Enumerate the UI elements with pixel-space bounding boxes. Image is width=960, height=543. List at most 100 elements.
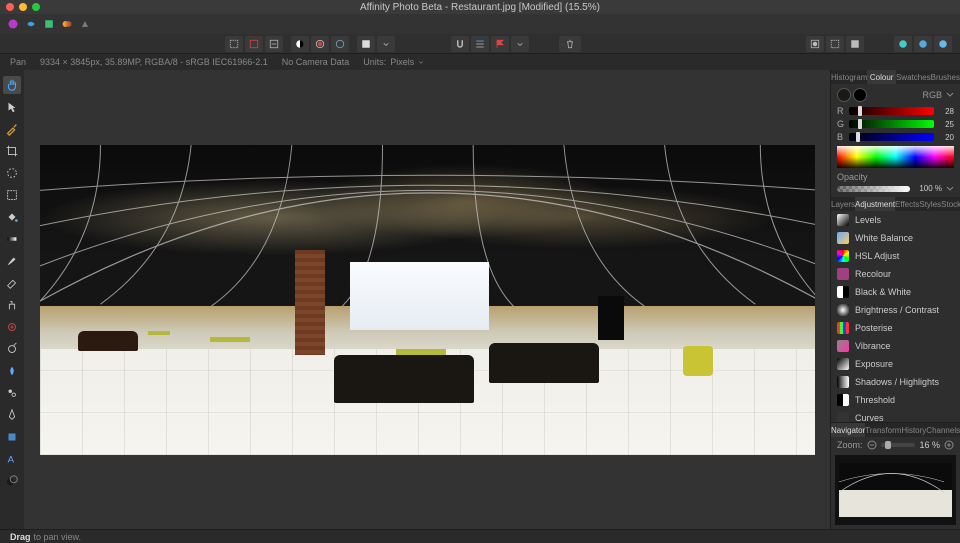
shape-tool[interactable]	[3, 428, 21, 446]
mask-mode-button[interactable]	[846, 36, 864, 52]
slider-track[interactable]	[849, 120, 934, 128]
clone-tool[interactable]	[3, 296, 21, 314]
tab-channels[interactable]: Channels	[926, 423, 960, 437]
navigator-thumbnail[interactable]	[835, 455, 956, 525]
flood-fill-tool[interactable]	[3, 208, 21, 226]
crop-mask-caret-icon[interactable]	[377, 36, 395, 52]
selection-add-button[interactable]	[245, 36, 263, 52]
tab-brushes[interactable]: Brushes	[931, 70, 960, 84]
adjustment-black-white[interactable]: Black & White	[831, 283, 960, 301]
adjustment-label: Curves	[855, 413, 884, 422]
selection-new-button[interactable]	[225, 36, 243, 52]
colour-slider-b[interactable]: B20	[837, 132, 954, 142]
canvas-area[interactable]	[24, 70, 830, 529]
develop-persona-icon[interactable]	[42, 17, 56, 31]
chevron-down-icon	[418, 59, 424, 65]
colour-panel-tabs: Histogram Colour Swatches Brushes	[831, 70, 960, 84]
zoom-in-button[interactable]	[944, 440, 954, 450]
tab-swatches[interactable]: Swatches	[896, 70, 931, 84]
colour-slider-g[interactable]: G25	[837, 119, 954, 129]
colour-slider-r[interactable]: R28	[837, 106, 954, 116]
adjustment-threshold[interactable]: Threshold	[831, 391, 960, 409]
adjustment-exposure[interactable]: Exposure	[831, 355, 960, 373]
adjustment-label: White Balance	[855, 233, 913, 243]
text-tool[interactable]: A	[3, 450, 21, 468]
adjustment-posterise[interactable]: Posterise	[831, 319, 960, 337]
yellow-channel-icon[interactable]	[934, 36, 952, 52]
delete-button[interactable]	[559, 36, 581, 52]
adjustment-hsl-adjust[interactable]: HSL Adjust	[831, 247, 960, 265]
tab-navigator[interactable]: Navigator	[831, 423, 865, 437]
crop-tool[interactable]	[3, 142, 21, 160]
erase-tool[interactable]	[3, 274, 21, 292]
photo-persona-icon[interactable]	[6, 17, 20, 31]
tab-styles[interactable]: Styles	[919, 197, 941, 211]
selection-sub-button[interactable]	[265, 36, 283, 52]
contrast-icon[interactable]	[291, 36, 309, 52]
adjustment-label: Brightness / Contrast	[855, 305, 939, 315]
tab-colour[interactable]: Colour	[867, 70, 896, 84]
assistant-caret-icon[interactable]	[511, 36, 529, 52]
adjustment-icon	[837, 340, 849, 352]
colour-picker-tool[interactable]	[3, 120, 21, 138]
quick-mask-button[interactable]	[806, 36, 824, 52]
retouch-tool[interactable]	[3, 384, 21, 402]
tab-histogram[interactable]: Histogram	[831, 70, 867, 84]
adjustment-white-balance[interactable]: White Balance	[831, 229, 960, 247]
status-hint-bold: Drag	[10, 532, 31, 542]
tab-layers[interactable]: Layers	[831, 197, 855, 211]
tab-history[interactable]: History	[901, 423, 926, 437]
cyan-channel-icon[interactable]	[894, 36, 912, 52]
adjustment-recolour[interactable]: Recolour	[831, 265, 960, 283]
liquify-persona-icon[interactable]	[24, 17, 38, 31]
zoom-out-button[interactable]	[867, 440, 877, 450]
colour-wheel-icon[interactable]	[311, 36, 329, 52]
document-canvas[interactable]	[37, 85, 817, 515]
adjustment-vibrance[interactable]: Vibrance	[831, 337, 960, 355]
colour-wells[interactable]	[837, 88, 867, 102]
refine-button[interactable]	[826, 36, 844, 52]
tab-stock[interactable]: Stock	[941, 197, 960, 211]
selection-brush-tool[interactable]	[3, 164, 21, 182]
adjustment-curves[interactable]: Curves	[831, 409, 960, 422]
slider-label: G	[837, 119, 845, 129]
inpaint-tool[interactable]	[3, 318, 21, 336]
adjustment-shadows-highlights[interactable]: Shadows / Highlights	[831, 373, 960, 391]
units-dropdown[interactable]: Units: Pixels	[363, 57, 424, 67]
gradient-tool[interactable]	[3, 230, 21, 248]
opacity-slider[interactable]	[837, 186, 910, 192]
slider-track[interactable]	[849, 107, 934, 115]
zoom-slider[interactable]	[881, 443, 916, 447]
pan-tool[interactable]	[3, 76, 21, 94]
dodge-tool[interactable]	[3, 340, 21, 358]
tab-transform[interactable]: Transform	[865, 423, 901, 437]
adjustment-brightness-contrast[interactable]: Brightness / Contrast	[831, 301, 960, 319]
slider-track[interactable]	[849, 133, 934, 141]
tab-adjustment[interactable]: Adjustment	[855, 197, 895, 211]
marquee-tool[interactable]	[3, 186, 21, 204]
tab-effects[interactable]: Effects	[895, 197, 919, 211]
flag-button[interactable]	[491, 36, 509, 52]
zoom-value: 16 %	[919, 440, 940, 450]
window-titlebar: Affinity Photo Beta - Restaurant.jpg [Mo…	[0, 0, 960, 14]
camera-data-label: No Camera Data	[282, 57, 350, 67]
chevron-down-icon	[946, 91, 954, 99]
export-persona-icon[interactable]	[78, 17, 92, 31]
pen-tool[interactable]	[3, 406, 21, 424]
magenta-channel-icon[interactable]	[914, 36, 932, 52]
paint-brush-tool[interactable]	[3, 252, 21, 270]
chevron-down-icon[interactable]	[946, 185, 954, 193]
opacity-label: Opacity	[837, 172, 954, 182]
snap-toggle-button[interactable]	[451, 36, 469, 52]
smudge-tool[interactable]	[3, 362, 21, 380]
slider-value: 20	[938, 133, 954, 142]
spectrum-picker[interactable]	[837, 146, 954, 168]
crop-mask-button[interactable]	[357, 36, 375, 52]
swatch-tool[interactable]	[3, 472, 21, 490]
adjustment-levels[interactable]: Levels	[831, 211, 960, 229]
colour-model-dropdown[interactable]: RGB	[922, 90, 954, 100]
lens-icon[interactable]	[331, 36, 349, 52]
alignment-button[interactable]	[471, 36, 489, 52]
tone-persona-icon[interactable]	[60, 17, 74, 31]
move-tool[interactable]	[3, 98, 21, 116]
